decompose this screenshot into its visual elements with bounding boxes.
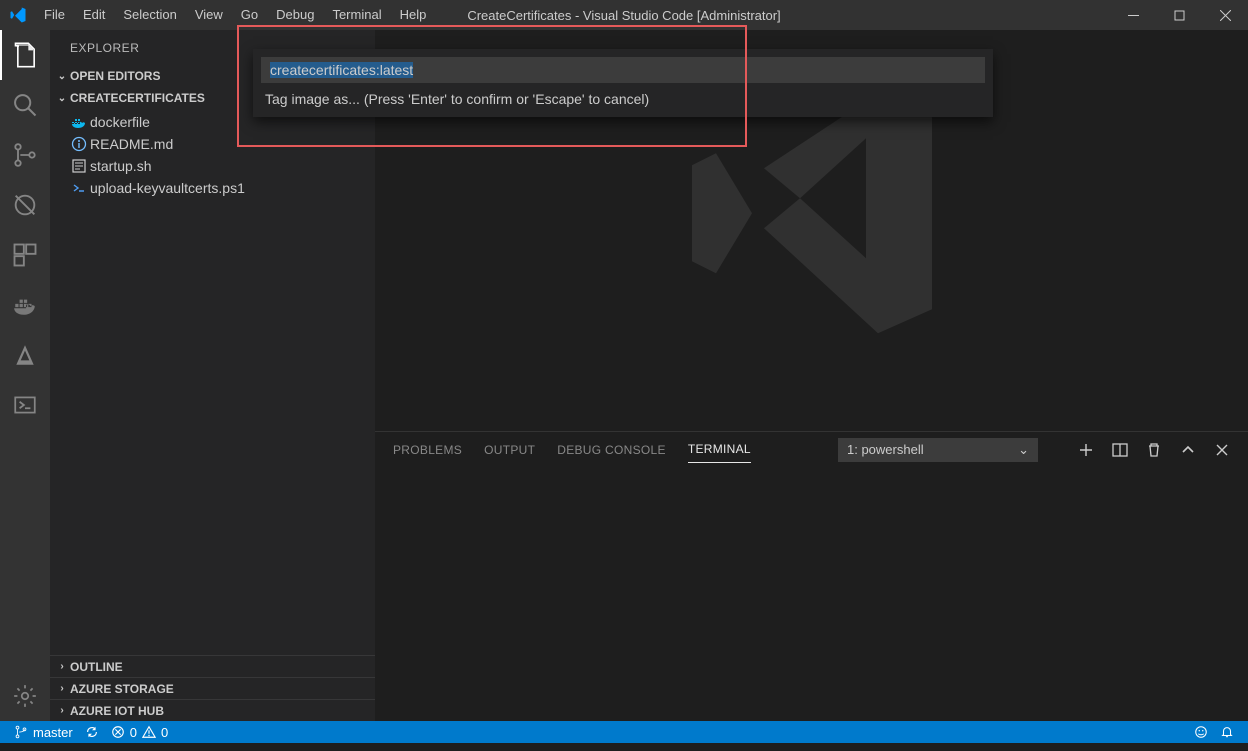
activity-explorer[interactable] — [0, 30, 50, 80]
file-tree: dockerfile README.md startup.sh upload-k… — [50, 109, 375, 201]
error-icon — [111, 725, 125, 739]
menu-bar: File Edit Selection View Go Debug Termin… — [35, 0, 435, 30]
chevron-down-icon: ⌄ — [54, 71, 70, 82]
menu-help[interactable]: Help — [391, 0, 436, 30]
section-outline[interactable]: ›OUTLINE — [50, 655, 375, 677]
status-problems[interactable]: 0 0 — [105, 721, 174, 743]
file-name: startup.sh — [90, 158, 151, 174]
file-name: upload-keyvaultcerts.ps1 — [90, 180, 245, 196]
terminal-selector[interactable]: 1: powershell ⌄ — [838, 438, 1038, 462]
menu-go[interactable]: Go — [232, 0, 267, 30]
window-title: CreateCertificates - Visual Studio Code … — [467, 8, 780, 23]
activity-scm[interactable] — [0, 130, 50, 180]
bell-icon — [1220, 725, 1234, 739]
tab-problems[interactable]: PROBLEMS — [393, 437, 462, 463]
menu-view[interactable]: View — [186, 0, 232, 30]
maximize-button[interactable] — [1156, 0, 1202, 30]
status-branch[interactable]: master — [8, 721, 79, 743]
status-sync[interactable] — [79, 721, 105, 743]
panel-actions — [1078, 442, 1230, 458]
warning-icon — [142, 725, 156, 739]
vscode-icon — [0, 6, 35, 24]
shell-file-icon — [68, 158, 90, 174]
warning-count: 0 — [161, 725, 168, 740]
info-icon — [68, 136, 90, 152]
panel: PROBLEMS OUTPUT DEBUG CONSOLE TERMINAL 1… — [375, 431, 1248, 721]
new-terminal-button[interactable] — [1078, 442, 1094, 458]
section-label: AZURE IOT HUB — [70, 704, 164, 718]
activity-extensions[interactable] — [0, 230, 50, 280]
activity-docker[interactable] — [0, 280, 50, 330]
activity-settings[interactable] — [0, 671, 50, 721]
terminal-name: 1: powershell — [847, 442, 924, 457]
docker-icon — [68, 114, 90, 130]
quick-input-field[interactable] — [261, 57, 985, 83]
activity-azure[interactable] — [0, 330, 50, 380]
minimize-button[interactable] — [1110, 0, 1156, 30]
file-name: dockerfile — [90, 114, 150, 130]
quick-input: Tag image as... (Press 'Enter' to confir… — [253, 49, 993, 117]
file-name: README.md — [90, 136, 173, 152]
menu-terminal[interactable]: Terminal — [323, 0, 390, 30]
section-azure-iot[interactable]: ›AZURE IOT HUB — [50, 699, 375, 721]
status-feedback[interactable] — [1188, 721, 1214, 743]
file-readme[interactable]: README.md — [50, 133, 375, 155]
maximize-panel-button[interactable] — [1180, 442, 1196, 458]
section-azure-storage[interactable]: ›AZURE STORAGE — [50, 677, 375, 699]
file-upload-ps1[interactable]: upload-keyvaultcerts.ps1 — [50, 177, 375, 199]
tab-debug-console[interactable]: DEBUG CONSOLE — [557, 437, 666, 463]
section-label: CREATECERTIFICATES — [70, 91, 205, 105]
chevron-down-icon: ⌄ — [1018, 442, 1029, 458]
menu-file[interactable]: File — [35, 0, 74, 30]
close-button[interactable] — [1202, 0, 1248, 30]
smiley-icon — [1194, 725, 1208, 739]
editor-area: PROBLEMS OUTPUT DEBUG CONSOLE TERMINAL 1… — [375, 30, 1248, 721]
section-label: OUTLINE — [70, 660, 123, 674]
sync-icon — [85, 725, 99, 739]
powershell-file-icon — [68, 180, 90, 196]
kill-terminal-button[interactable] — [1146, 442, 1162, 458]
tab-output[interactable]: OUTPUT — [484, 437, 535, 463]
chevron-right-icon: › — [54, 683, 70, 694]
menu-debug[interactable]: Debug — [267, 0, 323, 30]
window-controls — [1110, 0, 1248, 30]
section-label: AZURE STORAGE — [70, 682, 174, 696]
status-bar: master 0 0 — [0, 721, 1248, 743]
title-bar: File Edit Selection View Go Debug Termin… — [0, 0, 1248, 30]
tab-terminal[interactable]: TERMINAL — [688, 436, 751, 463]
sidebar: EXPLORER ⌄OPEN EDITORS ⌄CREATECERTIFICAT… — [50, 30, 375, 721]
panel-tabs: PROBLEMS OUTPUT DEBUG CONSOLE TERMINAL 1… — [375, 432, 1248, 467]
branch-name: master — [33, 725, 73, 740]
menu-selection[interactable]: Selection — [114, 0, 185, 30]
activity-bar — [0, 30, 50, 721]
chevron-right-icon: › — [54, 705, 70, 716]
git-branch-icon — [14, 725, 28, 739]
split-terminal-button[interactable] — [1112, 442, 1128, 458]
chevron-right-icon: › — [54, 661, 70, 672]
activity-powershell[interactable] — [0, 380, 50, 430]
chevron-down-icon: ⌄ — [54, 93, 70, 104]
error-count: 0 — [130, 725, 137, 740]
activity-search[interactable] — [0, 80, 50, 130]
status-notifications[interactable] — [1214, 721, 1240, 743]
close-panel-button[interactable] — [1214, 442, 1230, 458]
menu-edit[interactable]: Edit — [74, 0, 114, 30]
quick-input-description: Tag image as... (Press 'Enter' to confir… — [261, 83, 985, 109]
file-startup-sh[interactable]: startup.sh — [50, 155, 375, 177]
section-label: OPEN EDITORS — [70, 69, 160, 83]
activity-debug[interactable] — [0, 180, 50, 230]
